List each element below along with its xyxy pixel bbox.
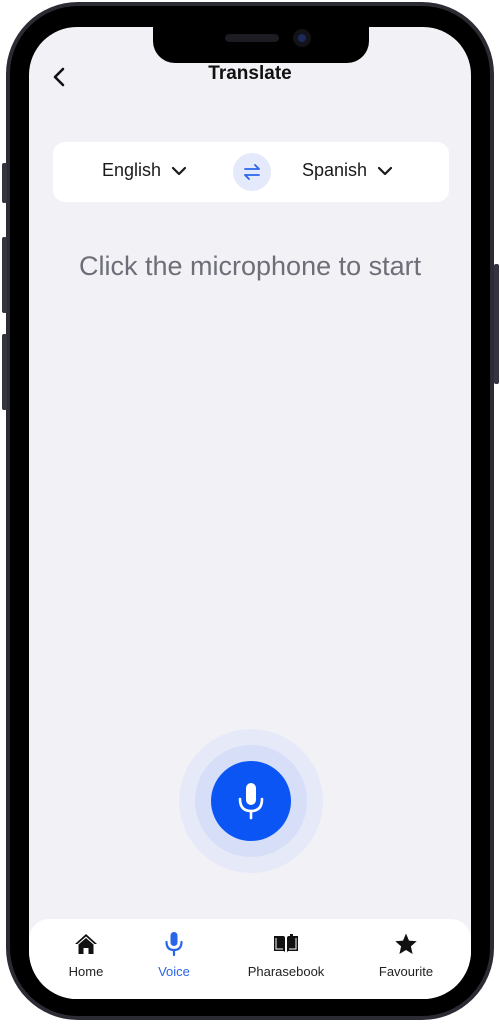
source-language-label: English [102, 160, 162, 180]
instruction-text: Click the microphone to start [79, 251, 422, 281]
microphone-icon [165, 932, 183, 957]
volume-up-button [2, 237, 7, 313]
tab-voice[interactable]: Voice [124, 931, 224, 979]
power-button [494, 264, 499, 384]
tab-phrasebook[interactable]: Pharasebook [236, 931, 336, 979]
page-title: Translate [208, 63, 292, 84]
volume-down-button [2, 334, 7, 410]
tab-home[interactable]: Home [36, 931, 136, 979]
tab-favourite[interactable]: Favourite [356, 931, 456, 979]
tab-label: Pharasebook [247, 964, 325, 979]
tab-label: Voice [158, 964, 190, 979]
speaker [225, 34, 279, 42]
book-icon [274, 934, 298, 953]
swap-arrows-icon [244, 164, 260, 180]
swap-languages-button[interactable] [233, 153, 271, 191]
notch [153, 27, 369, 63]
chevron-down-icon [171, 166, 187, 175]
top-bar: Translate [29, 61, 471, 91]
mute-switch [2, 163, 7, 203]
record-microphone-button[interactable] [211, 761, 291, 841]
front-camera [293, 29, 311, 47]
target-language-label: Spanish [302, 160, 368, 180]
tab-label: Home [68, 964, 104, 979]
source-language-dropdown[interactable]: English [102, 160, 187, 181]
app-screen: Translate English Spanish Click the micr… [29, 27, 471, 999]
bottom-tab-bar: Home Voice Pharasebook Favourite [29, 919, 471, 999]
microphone-icon [238, 783, 264, 820]
home-icon [75, 934, 97, 954]
target-language-dropdown[interactable]: Spanish [302, 160, 393, 181]
star-icon [395, 933, 417, 954]
chevron-down-icon [377, 166, 393, 175]
language-selector-bar: English Spanish [53, 142, 449, 202]
tab-label: Favourite [378, 964, 434, 979]
